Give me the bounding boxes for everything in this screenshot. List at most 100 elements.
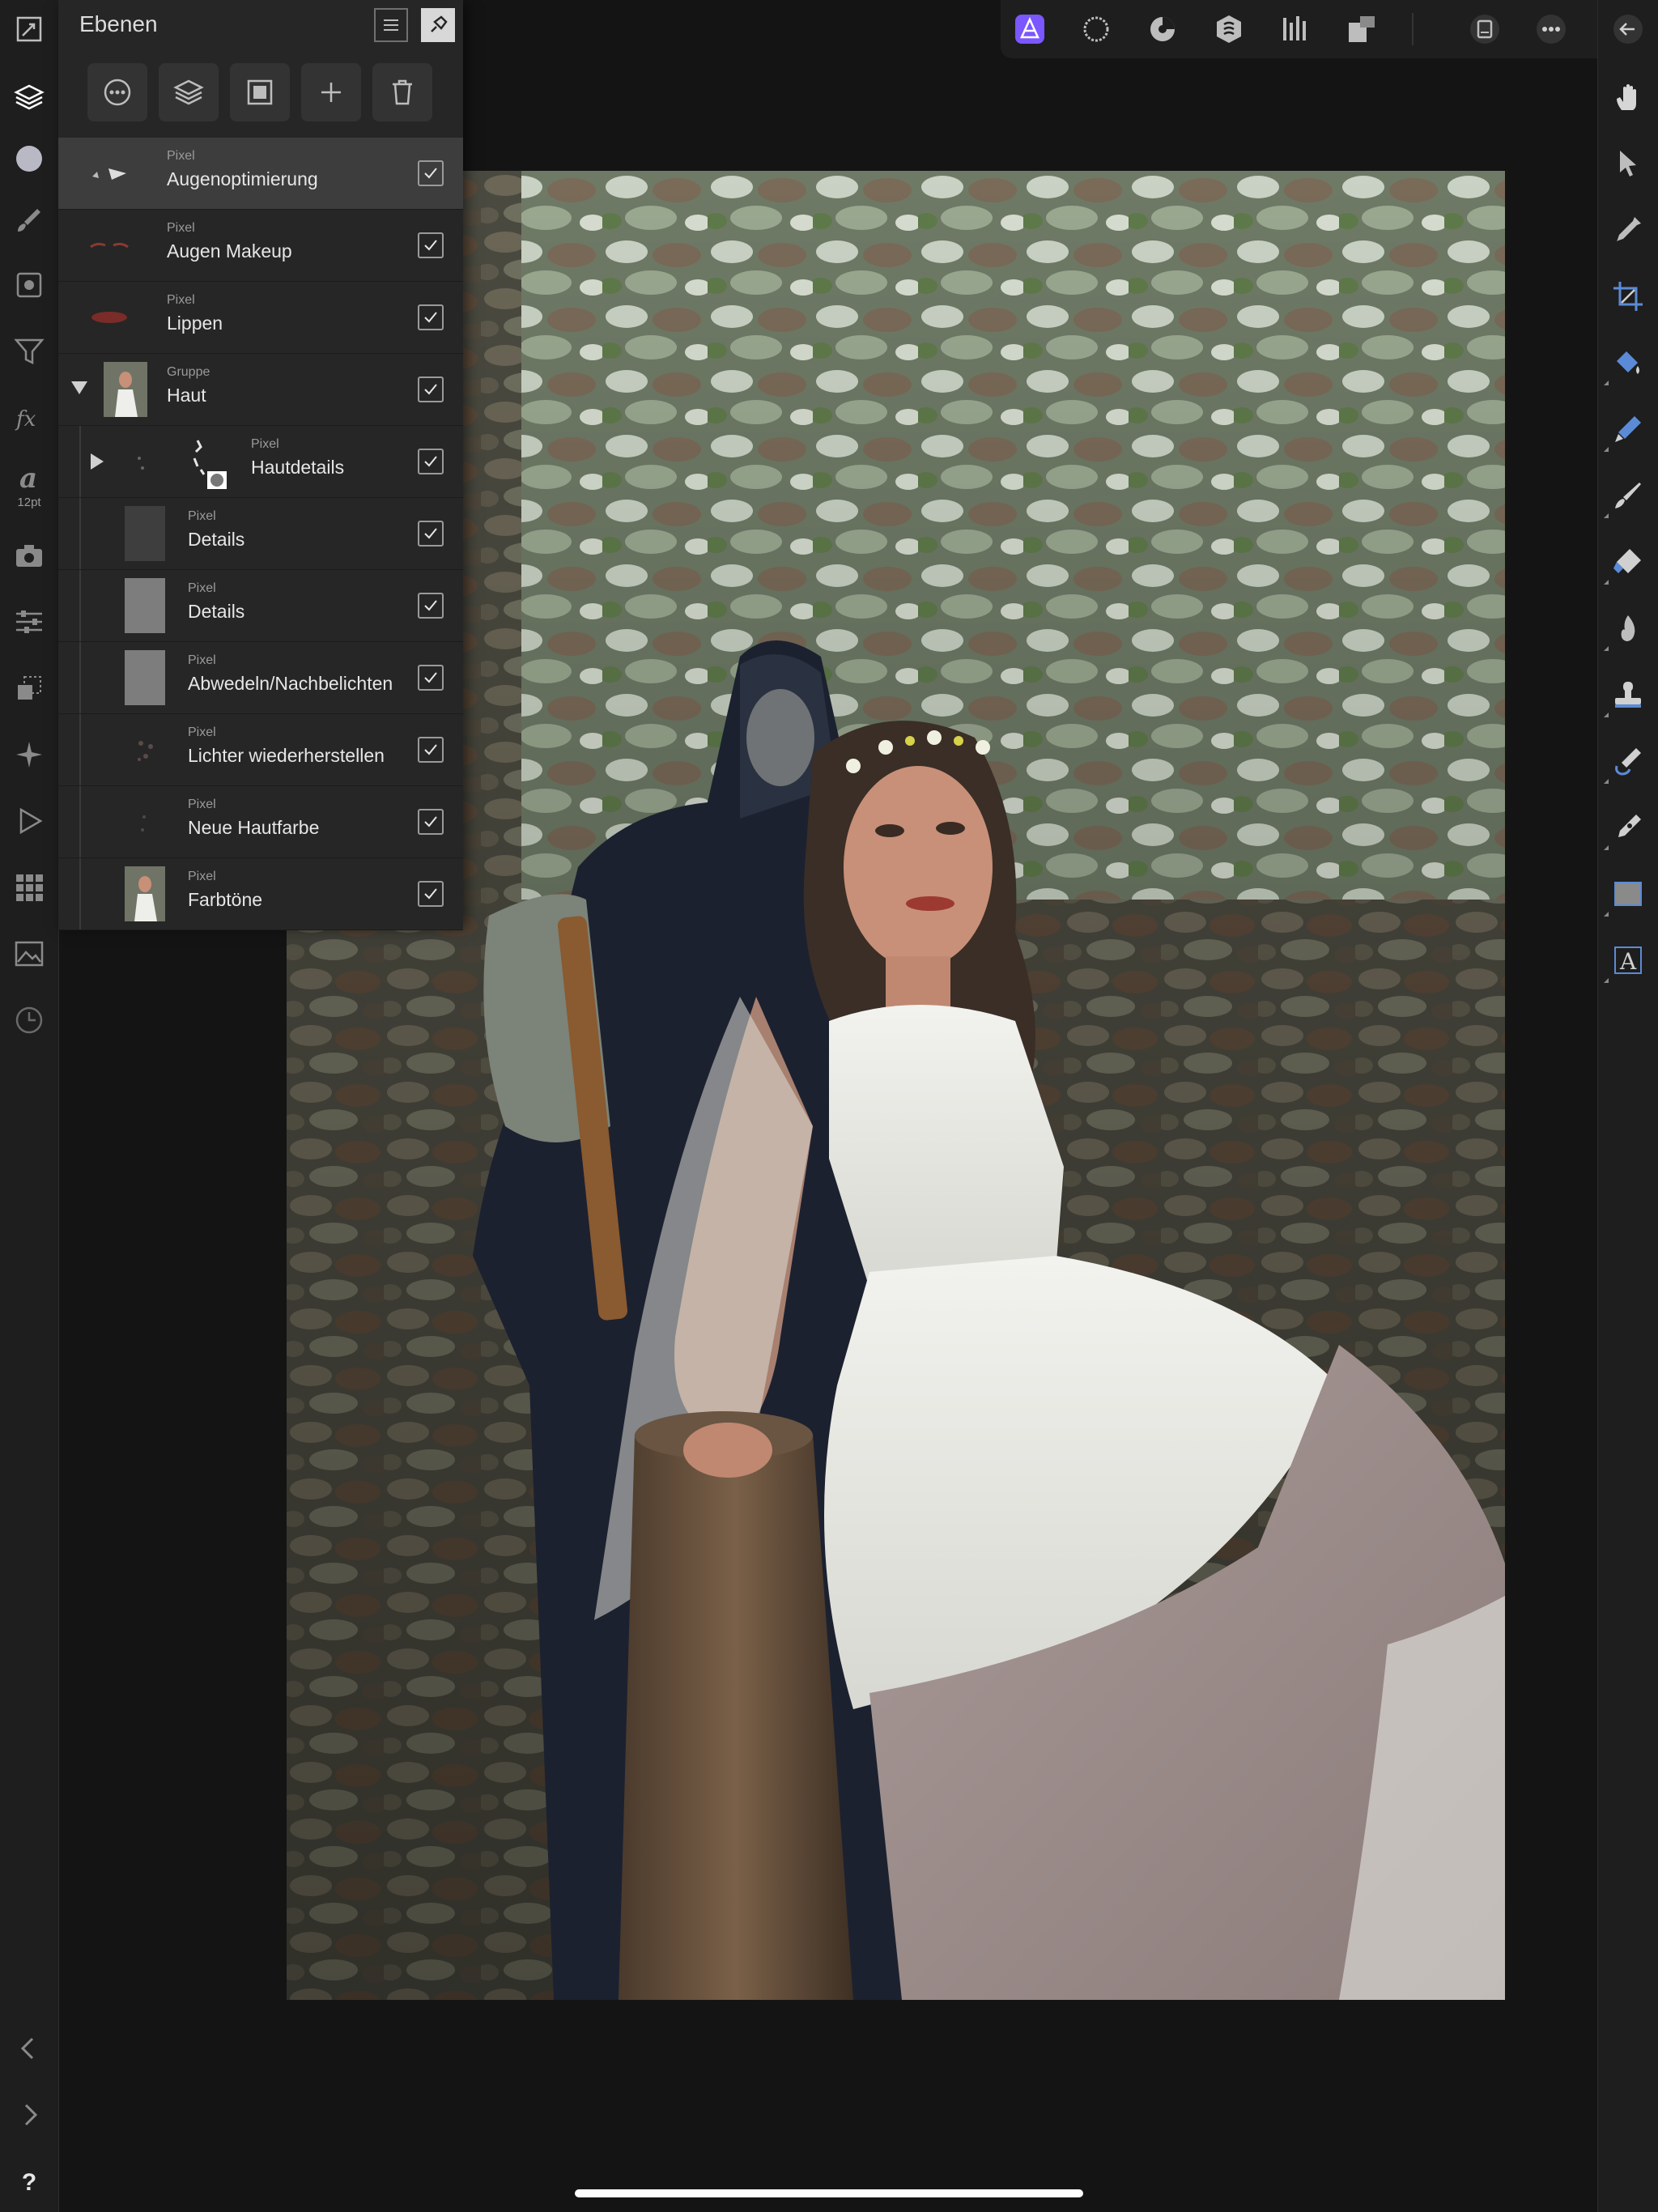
layer-visibility-checkbox[interactable] (418, 809, 444, 835)
panel-actions (58, 52, 463, 133)
layer-mask-thumbnail (186, 434, 230, 489)
panel-menu-button[interactable] (374, 8, 408, 42)
add-mask-button[interactable] (230, 63, 290, 121)
layer-visibility-checkbox[interactable] (418, 521, 444, 547)
adjust-icon[interactable] (10, 266, 49, 304)
document-icon[interactable] (10, 10, 49, 49)
svg-text:a: a (19, 462, 37, 494)
layer-row[interactable]: Pixel Details (58, 498, 463, 570)
layer-visibility-checkbox[interactable] (418, 160, 444, 186)
artistic-text-icon[interactable]: A (1604, 941, 1647, 983)
chevron-left-icon[interactable] (10, 2029, 49, 2068)
brush-icon[interactable] (10, 201, 49, 240)
layer-visibility-checkbox[interactable] (418, 304, 444, 330)
hand-icon[interactable] (1609, 78, 1647, 117)
document-settings-icon[interactable] (1465, 10, 1504, 49)
plus-icon (315, 76, 347, 108)
layer-row[interactable]: Pixel Details (58, 570, 463, 642)
layer-visibility-checkbox[interactable] (418, 232, 444, 258)
layer-type: Pixel (167, 149, 195, 163)
panel-title: Ebenen (79, 11, 158, 36)
layer-row[interactable]: Pixel Lichter wiederherstellen (58, 714, 463, 786)
sliders-icon[interactable] (10, 602, 49, 641)
add-layer-button[interactable] (301, 63, 361, 121)
layer-name: Lippen (167, 313, 223, 334)
photo-persona-icon[interactable] (1010, 10, 1049, 49)
layers-panel: Ebenen Pixel Augenoptimierung Pixel Auge… (58, 0, 463, 930)
fill-icon[interactable] (1604, 343, 1647, 385)
layer-type: Pixel (251, 437, 279, 451)
layer-type: Pixel (188, 798, 216, 811)
color-picker-icon[interactable] (1609, 211, 1647, 249)
filter-icon[interactable] (10, 332, 49, 371)
layer-row[interactable]: Pixel Abwedeln/Nachbelichten (58, 642, 463, 714)
burn-icon[interactable] (1604, 609, 1647, 651)
layer-row[interactable]: Pixel Augenoptimierung (58, 138, 463, 210)
studio-icon[interactable] (1342, 10, 1381, 49)
layer-name: Augenoptimierung (167, 168, 318, 189)
layer-thumbnail (87, 146, 131, 201)
paint-brush-icon[interactable] (1604, 476, 1647, 518)
collapse-triangle-icon[interactable] (91, 453, 104, 470)
transform-icon[interactable] (10, 669, 49, 708)
export-persona-icon[interactable] (1276, 10, 1315, 49)
layer-visibility-checkbox[interactable] (418, 665, 444, 691)
trash-icon (386, 76, 419, 108)
layer-visibility-checkbox[interactable] (418, 737, 444, 763)
layer-options-button[interactable] (87, 63, 147, 121)
navigator-icon[interactable] (10, 735, 49, 774)
add-layer-stack-button[interactable] (159, 63, 219, 121)
layer-row[interactable]: Pixel Hautdetails (58, 426, 463, 498)
fx-icon[interactable]: fx (10, 398, 49, 437)
top-bar-separator (1412, 13, 1414, 45)
photo-image (287, 171, 1505, 2000)
layer-name: Farbtöne (188, 889, 263, 910)
layer-visibility-checkbox[interactable] (418, 376, 444, 402)
top-bar (1001, 0, 1598, 58)
layer-row[interactable]: Pixel Farbtöne (58, 858, 463, 930)
expand-triangle-icon[interactable] (71, 381, 87, 394)
develop-persona-icon[interactable] (1143, 10, 1182, 49)
panel-header: Ebenen (58, 0, 463, 52)
clone-icon[interactable] (1604, 675, 1647, 717)
layer-visibility-checkbox[interactable] (418, 881, 444, 907)
pen-icon[interactable] (1604, 808, 1647, 850)
layer-thumbnail (123, 578, 167, 633)
panel-pin-button[interactable] (421, 8, 455, 42)
document-photo[interactable] (287, 171, 1505, 2000)
crop-icon[interactable] (1609, 277, 1647, 316)
back-icon[interactable] (1609, 10, 1647, 49)
chevron-right-icon[interactable] (10, 2095, 49, 2134)
svg-text:A: A (1619, 948, 1637, 975)
help-icon[interactable]: ? (10, 2163, 49, 2202)
rectangle-icon[interactable] (1604, 874, 1647, 917)
layer-name: Haut (167, 385, 206, 406)
layer-visibility-checkbox[interactable] (418, 593, 444, 619)
selection-brush-icon[interactable] (1604, 410, 1647, 452)
play-icon[interactable] (10, 802, 49, 840)
move-icon[interactable] (1609, 144, 1647, 183)
layer-thumbnail (87, 290, 131, 345)
layer-row[interactable]: Pixel Augen Makeup (58, 210, 463, 282)
delete-layer-button[interactable] (372, 63, 432, 121)
liquify-persona-icon[interactable] (1077, 10, 1116, 49)
healing-icon[interactable] (1604, 742, 1647, 784)
more-icon[interactable] (1532, 10, 1571, 49)
left-toolbar: fx a 12pt ? (0, 0, 59, 2212)
grid-icon[interactable] (10, 868, 49, 907)
eraser-icon[interactable] (1604, 542, 1647, 585)
tone-map-persona-icon[interactable] (1209, 10, 1248, 49)
camera-icon[interactable] (10, 536, 49, 575)
layer-visibility-checkbox[interactable] (418, 449, 444, 474)
layers-icon[interactable] (10, 78, 49, 117)
layer-group-row[interactable]: Gruppe Haut (58, 354, 463, 426)
image-icon[interactable] (10, 934, 49, 973)
text-style-icon[interactable]: a 12pt (10, 458, 49, 509)
layer-row[interactable]: Pixel Neue Hautfarbe (58, 786, 463, 858)
layer-thumbnail (123, 722, 167, 777)
history-icon[interactable] (10, 1001, 49, 1040)
layer-thumbnail (123, 794, 167, 849)
layer-row[interactable]: Pixel Lippen (58, 282, 463, 354)
color-circle-icon[interactable] (10, 139, 49, 178)
layer-name: Augen Makeup (167, 240, 292, 262)
